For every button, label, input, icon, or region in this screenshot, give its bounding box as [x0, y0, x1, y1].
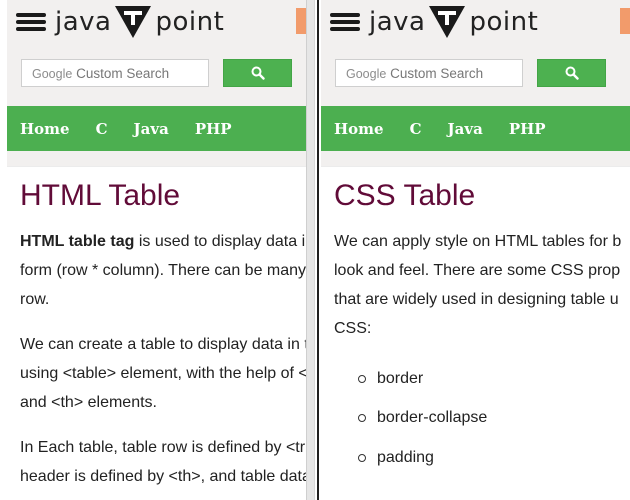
bold-term: HTML table tag: [20, 233, 135, 250]
window-edge: [0, 0, 7, 500]
google-brand: Google: [32, 67, 73, 81]
main-nav: Home C Java PHP: [321, 106, 630, 151]
list-item: padding: [358, 438, 630, 478]
hamburger-icon[interactable]: [16, 13, 46, 33]
t-logo-icon: [115, 6, 152, 38]
rows-paragraph: In Each table, table row is defined by <…: [20, 433, 306, 491]
nav-c[interactable]: C: [410, 120, 422, 138]
nav-php[interactable]: PHP: [509, 120, 546, 138]
paragraph-line: We can create a table to display data in…: [20, 336, 306, 353]
list-item-label: border: [377, 369, 424, 387]
nav-home[interactable]: Home: [20, 120, 70, 138]
hamburger-icon[interactable]: [330, 13, 360, 33]
intro-paragraph: HTML table tag is used to display data i…: [20, 227, 306, 314]
nav-php[interactable]: PHP: [195, 120, 232, 138]
logo-text-right: point: [469, 7, 539, 37]
circle-bullet-icon: [358, 414, 366, 423]
paragraph-line: form (row * column). There can be many: [20, 262, 306, 279]
css-property-list: border border-collapse padding: [358, 359, 630, 478]
search-button[interactable]: [537, 59, 606, 87]
nav-java[interactable]: Java: [448, 120, 483, 138]
page-title: CSS Table: [334, 179, 476, 212]
paragraph-line: look and feel. There are some CSS prop: [334, 262, 621, 279]
list-item-label: border-collapse: [377, 409, 488, 427]
logo-text-left: java: [55, 7, 112, 37]
create-paragraph: We can create a table to display data in…: [20, 330, 306, 417]
paragraph-line: row.: [20, 291, 50, 308]
paragraph-line: that are widely used in designing table …: [334, 291, 619, 308]
article-content: HTML Table HTML table tag is used to dis…: [7, 166, 306, 500]
search-icon: [565, 66, 579, 80]
top-bar: java point: [321, 0, 630, 44]
article-content: CSS Table We can apply style on HTML tab…: [321, 166, 630, 500]
paragraph-line: header is defined by <th>, and table dat…: [20, 468, 306, 485]
pane-splitter[interactable]: [306, 0, 315, 500]
page-title: HTML Table: [20, 179, 181, 212]
site-logo[interactable]: java point: [55, 3, 224, 41]
search-input[interactable]: Google Custom Search: [21, 59, 209, 87]
search-input[interactable]: Google Custom Search: [335, 59, 523, 87]
main-nav: Home C Java PHP: [7, 106, 306, 151]
search-row: Google Custom Search: [7, 44, 306, 106]
nav-java[interactable]: Java: [134, 120, 169, 138]
accent-tab: [620, 8, 630, 34]
search-placeholder: Custom Search: [390, 66, 484, 81]
paragraph-line: In Each table, table row is defined by <…: [20, 439, 306, 456]
nav-home[interactable]: Home: [334, 120, 384, 138]
t-logo-icon: [429, 6, 466, 38]
paragraph-line: is used to display data i: [134, 233, 306, 250]
search-placeholder: Custom Search: [76, 66, 170, 81]
paragraph-line: and <th> elements.: [20, 394, 157, 411]
search-row: Google Custom Search: [321, 44, 630, 106]
paragraph-line: We can apply style on HTML tables for b: [334, 233, 622, 250]
site-logo[interactable]: java point: [369, 3, 538, 41]
nav-c[interactable]: C: [96, 120, 108, 138]
left-pane: java point Google Custom Search Home C J…: [7, 0, 306, 500]
accent-tab: [296, 8, 306, 34]
paragraph-line: using <table> element, with the help of …: [20, 365, 306, 382]
circle-bullet-icon: [358, 453, 366, 462]
google-brand: Google: [346, 67, 387, 81]
intro-paragraph: We can apply style on HTML tables for b l…: [334, 227, 630, 343]
paragraph-line: CSS:: [334, 320, 372, 337]
top-bar: java point: [7, 0, 306, 44]
circle-bullet-icon: [358, 374, 366, 383]
list-item: border: [358, 359, 630, 399]
logo-text-left: java: [369, 7, 426, 37]
logo-text-right: point: [155, 7, 225, 37]
search-button[interactable]: [223, 59, 292, 87]
search-icon: [251, 66, 265, 80]
right-pane: java point Google Custom Search Home C J…: [321, 0, 630, 500]
list-item: border-collapse: [358, 399, 630, 439]
list-item-label: padding: [377, 448, 434, 466]
